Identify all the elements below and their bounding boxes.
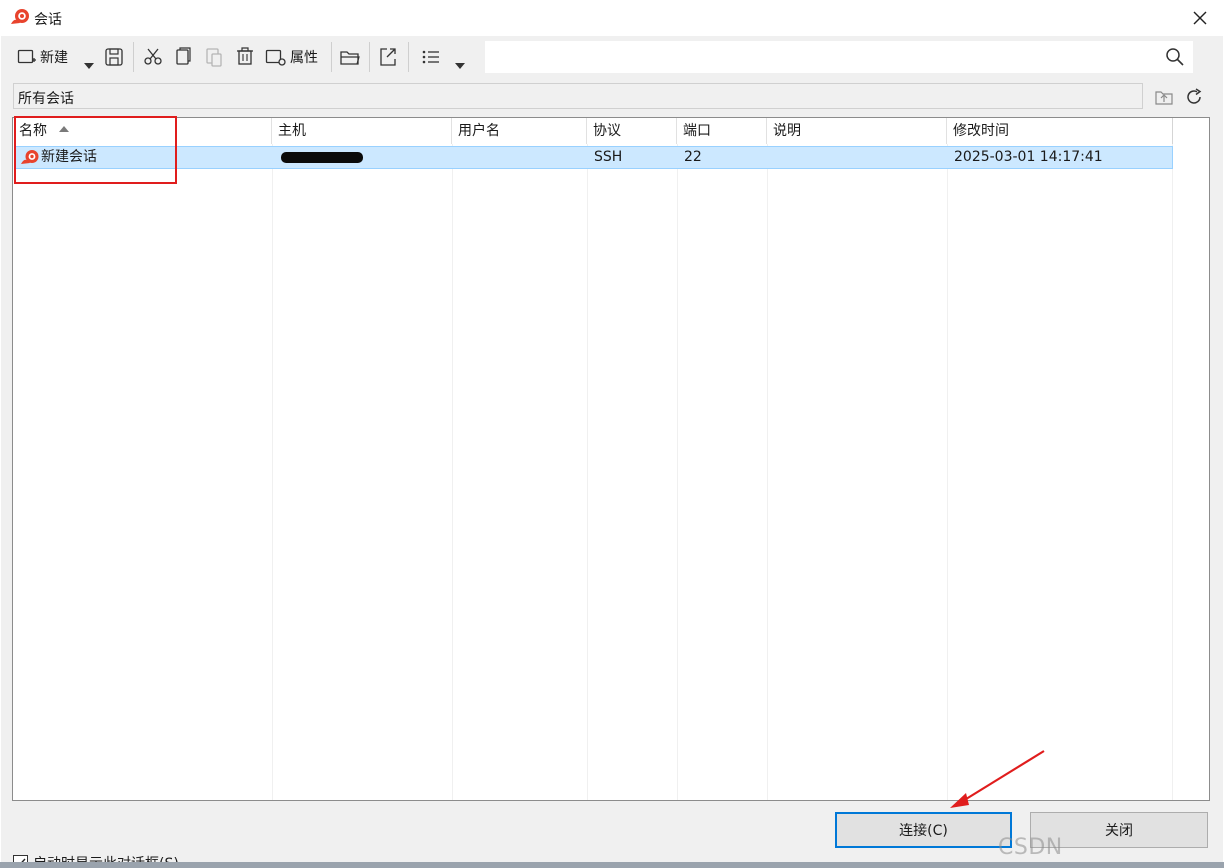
table-header: 名称 主机 用户名 协议 端口 说明 修改时间 [13, 118, 1173, 144]
session-path-bar: 所有会话 [13, 83, 1143, 109]
annotation-highlight-box [14, 116, 177, 184]
toolbar-separator [331, 42, 332, 72]
xshell-logo-icon [11, 9, 29, 24]
connect-button[interactable]: 连接(C) [835, 812, 1012, 848]
search-icon[interactable] [1165, 47, 1185, 67]
session-port: 22 [684, 149, 702, 165]
column-header-modified[interactable]: 修改时间 [947, 118, 1173, 144]
delete-icon[interactable] [235, 44, 255, 70]
new-dropdown-icon[interactable] [84, 53, 94, 79]
column-header-protocol[interactable]: 协议 [587, 118, 677, 144]
toolbar-separator [408, 42, 409, 72]
cut-icon[interactable] [143, 44, 163, 70]
session-protocol: SSH [594, 149, 623, 165]
table-row[interactable]: 新建会话 SSH 22 2025-03-01 14:17:41 [15, 146, 1173, 169]
column-header-description[interactable]: 说明 [767, 118, 947, 144]
paste-icon [206, 48, 222, 67]
toolbar-separator [369, 42, 370, 72]
export-icon[interactable] [378, 44, 398, 70]
window-bottom-border [0, 862, 1224, 868]
properties-label: 属性 [290, 50, 318, 66]
column-divider [767, 144, 768, 800]
new-session-icon [17, 49, 36, 64]
copy-icon[interactable] [173, 44, 193, 70]
new-session-label: 新建 [40, 50, 68, 66]
close-icon[interactable] [1186, 5, 1214, 31]
column-divider [947, 144, 948, 800]
column-header-host[interactable]: 主机 [272, 118, 452, 144]
breadcrumb: 所有会话 [18, 91, 74, 107]
column-header-username[interactable]: 用户名 [452, 118, 587, 144]
new-session-button[interactable]: 新建 [17, 44, 68, 70]
column-divider [1172, 144, 1173, 800]
toolbar-separator [133, 42, 134, 72]
session-table: 名称 主机 用户名 协议 端口 说明 修改时间 新建会话 SSH 22 2025… [12, 117, 1210, 801]
open-folder-icon[interactable] [339, 44, 361, 70]
folder-up-icon[interactable] [1154, 87, 1174, 107]
save-icon[interactable] [104, 44, 124, 70]
session-modified-time: 2025-03-01 14:17:41 [954, 149, 1103, 165]
properties-icon [265, 49, 286, 66]
column-divider [587, 144, 588, 800]
search-input[interactable] [485, 41, 1193, 73]
refresh-icon[interactable] [1184, 87, 1204, 107]
list-view-icon[interactable] [421, 44, 441, 70]
properties-button[interactable]: 属性 [265, 44, 318, 70]
annotation-arrow-icon [950, 750, 1045, 808]
title-bar: 会话 [0, 0, 1224, 36]
view-dropdown-icon[interactable] [455, 53, 465, 79]
column-divider [272, 144, 273, 800]
column-divider [677, 144, 678, 800]
column-divider [452, 144, 453, 800]
column-header-port[interactable]: 端口 [677, 118, 767, 144]
toolbar: 新建 属性 [1, 36, 1223, 78]
window-title: 会话 [34, 12, 62, 28]
redacted-host-mark [281, 152, 363, 163]
dialog-body: 新建 属性 所有会话 名称 主机 用户名 协议 端口 说明 修改时间 新建会话 … [1, 36, 1223, 868]
